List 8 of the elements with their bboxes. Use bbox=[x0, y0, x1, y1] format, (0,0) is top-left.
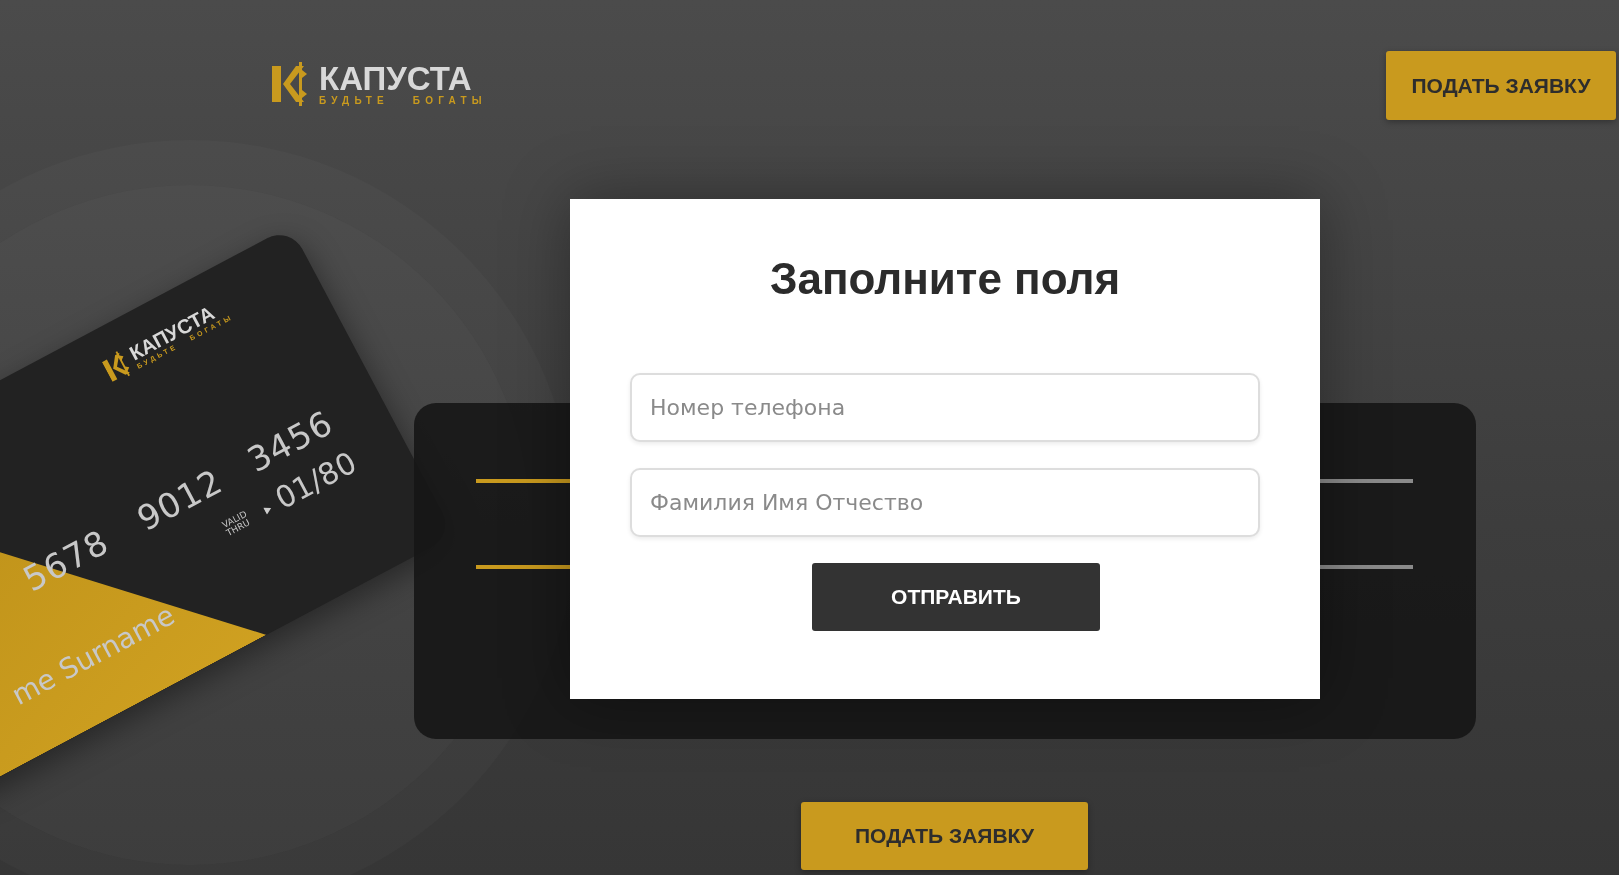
input-field[interactable]: Номер телефона bbox=[630, 373, 1260, 443]
apply-button[interactable]: ПОДАТЬ ЗАЯВКУ bbox=[1386, 51, 1616, 120]
logo-name: КАПУСТА bbox=[319, 61, 472, 95]
apply-button[interactable]: ПОДАТЬ ЗАЯВКУ bbox=[801, 802, 1088, 870]
submit-button[interactable]: ОТПРАВИТЬ bbox=[812, 563, 1100, 632]
input-field[interactable]: Фамилия Имя Отчество bbox=[630, 468, 1260, 538]
logo-tagline: БУДЬТЕ БОГАТЫ bbox=[319, 94, 487, 107]
modal-title: Заполните поля bbox=[769, 255, 1121, 304]
